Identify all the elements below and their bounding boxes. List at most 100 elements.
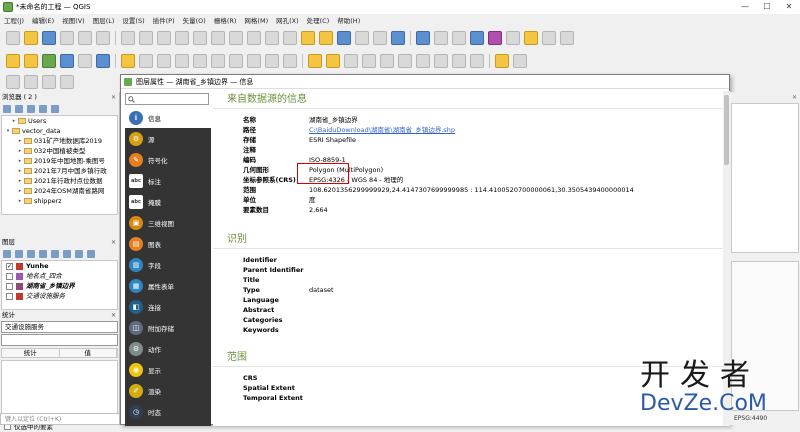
locator-search-input[interactable]: 键入以定位 (Ctrl+K) <box>0 413 120 425</box>
nav-item[interactable]: ◫ 附加存储 <box>125 317 211 338</box>
add-group-icon[interactable] <box>15 250 23 258</box>
zoom-full-icon[interactable] <box>193 31 207 45</box>
new-project-icon[interactable] <box>6 31 20 45</box>
add-vector-layer-icon[interactable] <box>42 54 56 68</box>
layer-row[interactable]: 湖南省_乡镇边界 <box>2 281 117 291</box>
layer-row[interactable]: ✓ Yunhe <box>2 261 117 271</box>
label-rotate-icon[interactable] <box>380 54 394 68</box>
nav-item[interactable]: ▤ 图表 <box>125 233 211 254</box>
paste-features-icon[interactable] <box>247 54 261 68</box>
nav-item[interactable]: ✐ 渲染 <box>125 380 211 401</box>
save-as-icon[interactable] <box>60 31 74 45</box>
add-csv-layer-icon[interactable] <box>78 54 92 68</box>
properties-icon[interactable] <box>51 105 59 113</box>
maximize-button[interactable]: ☐ <box>756 0 778 14</box>
python-console-icon[interactable] <box>452 54 466 68</box>
zoom-next-icon[interactable] <box>283 31 297 45</box>
add-wms-layer-icon[interactable] <box>96 54 110 68</box>
merge-features-icon[interactable] <box>60 75 74 89</box>
menu-item[interactable]: 工程(J) <box>0 15 28 25</box>
browser-tree[interactable]: ▸ Users ▾ vector_data ▸ 031矿产地数据库2019 ▸ 032中国植被… <box>1 115 118 215</box>
identify-icon[interactable] <box>416 31 430 45</box>
save-project-icon[interactable] <box>42 31 56 45</box>
refresh-icon[interactable] <box>391 31 405 45</box>
collapse-all-icon[interactable] <box>39 105 47 113</box>
layer-checkbox[interactable] <box>6 272 13 280</box>
digitize-with-segment-icon[interactable] <box>6 75 20 89</box>
delete-selected-icon[interactable] <box>193 54 207 68</box>
menu-item[interactable]: 视图(V) <box>58 15 89 25</box>
source-path-link[interactable]: C:\BaiduDownload\湖南省\湖南省_乡镇边界.shp <box>309 126 455 134</box>
qms-icon[interactable] <box>495 54 509 68</box>
label-unpin-icon[interactable] <box>434 54 448 68</box>
zoom-out-icon[interactable] <box>175 31 189 45</box>
save-edits-icon[interactable] <box>139 54 153 68</box>
expand-arrow-icon[interactable]: ▾ <box>4 126 12 136</box>
nav-item[interactable]: ◉ 显示 <box>125 359 211 380</box>
refresh-icon[interactable] <box>15 105 23 113</box>
tree-item[interactable]: ▸ 032中国植被类型 <box>2 146 117 156</box>
layers-list[interactable]: ✓ Yunhe 地名点_四合 湖南省_乡镇边界 交通设施服务 <box>1 260 118 310</box>
show-bookmarks-icon[interactable] <box>355 31 369 45</box>
tree-item[interactable]: ▸ 2021年行政村点位数据 <box>2 176 117 186</box>
minimize-button[interactable]: — <box>734 0 756 14</box>
scrollbar-thumb[interactable] <box>724 95 729 165</box>
new-3d-view-icon[interactable] <box>319 31 333 45</box>
layout-manager-icon[interactable] <box>96 31 110 45</box>
redo-icon[interactable] <box>283 54 297 68</box>
text-annotation-icon[interactable] <box>560 31 574 45</box>
close-panel-icon[interactable]: ✕ <box>111 237 116 248</box>
map-tips-icon[interactable] <box>524 31 538 45</box>
tree-item[interactable]: ▸ 031矿产地数据库2019 <box>2 136 117 146</box>
pan-to-selection-icon[interactable] <box>139 31 153 45</box>
label-move-icon[interactable] <box>362 54 376 68</box>
expand-arrow-icon[interactable]: ▸ <box>16 196 24 206</box>
statistical-summary-icon[interactable] <box>488 31 502 45</box>
undo-icon[interactable] <box>265 54 279 68</box>
data-source-manager-icon[interactable] <box>6 54 20 68</box>
label-tool-icon[interactable] <box>308 54 322 68</box>
expand-arrow-icon[interactable]: ▸ <box>16 186 24 196</box>
split-features-icon[interactable] <box>42 75 56 89</box>
close-panel-icon[interactable]: ✕ <box>111 92 116 103</box>
open-attribute-table-icon[interactable] <box>434 31 448 45</box>
processing-toolbox-icon[interactable] <box>470 31 484 45</box>
menu-item[interactable]: 矢量(O) <box>179 15 210 25</box>
plugins-icon[interactable] <box>470 54 484 68</box>
menu-item[interactable]: 帮助(H) <box>333 15 364 25</box>
bookmark-icon[interactable] <box>337 31 351 45</box>
digitize-icon[interactable] <box>157 54 171 68</box>
digitize-with-curve-icon[interactable] <box>24 75 38 89</box>
close-button[interactable]: ✕ <box>778 0 800 14</box>
layer-checkbox[interactable]: ✓ <box>6 262 13 270</box>
open-project-icon[interactable] <box>24 31 38 45</box>
vertex-tool-icon[interactable] <box>175 54 189 68</box>
pan-icon[interactable] <box>121 31 135 45</box>
measure-icon[interactable] <box>506 31 520 45</box>
field-calculator-icon[interactable] <box>452 31 466 45</box>
close-panel-icon[interactable]: ✕ <box>111 310 116 321</box>
menu-item[interactable]: 网格(M) <box>240 15 272 25</box>
expand-arrow-icon[interactable]: ▸ <box>16 146 24 156</box>
expand-arrow-icon[interactable]: ▸ <box>16 156 24 166</box>
nav-item[interactable]: i 信息 <box>125 107 211 128</box>
tree-item[interactable]: ▸ 2024年OSM湖南省路网 <box>2 186 117 196</box>
new-map-view-icon[interactable] <box>301 31 315 45</box>
zoom-in-icon[interactable] <box>157 31 171 45</box>
expand-arrow-icon[interactable]: ▸ <box>10 116 18 126</box>
layer-checkbox[interactable] <box>6 292 13 300</box>
menu-item[interactable]: 设置(S) <box>118 15 148 25</box>
tree-item[interactable]: ▸ shipperz <box>2 196 117 206</box>
tree-item[interactable]: ▸ 2021年7月中国乡镇行政 <box>2 166 117 176</box>
menu-item[interactable]: 编辑(E) <box>28 15 58 25</box>
nav-item[interactable]: abc 标注 <box>125 170 211 191</box>
filter-expression-icon[interactable] <box>51 250 59 258</box>
nav-item[interactable]: ▣ 三维视图 <box>125 212 211 233</box>
expand-arrow-icon[interactable]: ▸ <box>16 176 24 186</box>
zoom-selection-icon[interactable] <box>211 31 225 45</box>
cut-features-icon[interactable] <box>211 54 225 68</box>
diagram-move-icon[interactable] <box>416 54 430 68</box>
add-raster-layer-icon[interactable] <box>60 54 74 68</box>
layer-selector[interactable]: 交通设施服务 <box>1 321 118 333</box>
field-selector[interactable] <box>1 334 118 346</box>
